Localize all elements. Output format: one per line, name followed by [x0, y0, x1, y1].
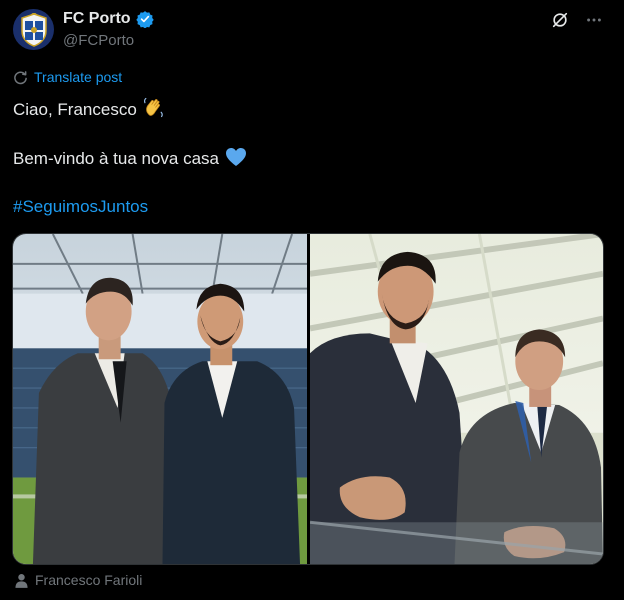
tweet-text-line-2: Bem-vindo à tua nova casa	[13, 147, 247, 172]
translate-post-link[interactable]: Translate post	[13, 69, 122, 85]
person-tag-icon	[15, 573, 28, 588]
welcome-text: Bem-vindo à tua nova casa	[13, 149, 220, 168]
hashtag-link[interactable]: #SeguimosJuntos	[13, 197, 148, 217]
tweet-text-line-1: Ciao, Francesco	[13, 97, 164, 123]
photo-left[interactable]	[13, 234, 307, 564]
balcony-photo-image	[310, 234, 603, 564]
media-tag-row[interactable]: Francesco Farioli	[15, 572, 142, 588]
waving-hand-emoji	[143, 97, 164, 123]
stadium-photo-image	[13, 234, 307, 564]
photo-right[interactable]	[310, 234, 603, 564]
verified-badge-icon	[135, 11, 154, 28]
user-handle[interactable]: @FCPorto	[63, 32, 134, 49]
greeting-text: Ciao, Francesco	[13, 100, 137, 119]
media-gallery[interactable]	[12, 233, 604, 565]
blue-heart-emoji	[225, 147, 247, 172]
translate-post-label: Translate post	[34, 69, 123, 85]
tagged-person-name: Francesco Farioli	[35, 572, 143, 588]
translate-icon	[14, 70, 27, 84]
more-options-icon[interactable]	[584, 10, 604, 30]
fc-porto-crest-icon	[20, 12, 47, 47]
profile-avatar[interactable]	[13, 9, 54, 50]
tweet-card: FC Porto @FCPorto Translate post Ciao, F…	[0, 0, 624, 600]
grok-icon[interactable]	[550, 10, 570, 30]
display-name[interactable]: FC Porto	[63, 10, 131, 28]
